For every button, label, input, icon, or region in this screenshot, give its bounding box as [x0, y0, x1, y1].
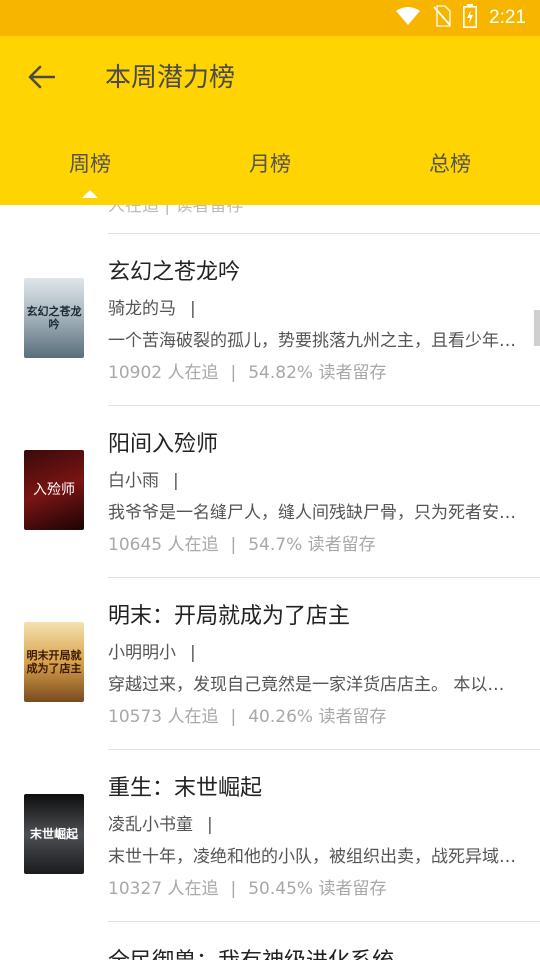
battery-charging-icon — [463, 4, 478, 32]
status-bar: 2:21 — [0, 0, 540, 36]
book-title: 玄幻之苍龙吟 — [108, 260, 241, 285]
scrollbar-thumb[interactable] — [534, 310, 540, 346]
partial-list-item-stats: 人在追 | 读者留存 — [108, 205, 244, 216]
book-stats: 10327 人在追 | 50.45% 读者留存 — [108, 879, 387, 899]
book-author: 凌乱小书童 | — [108, 815, 213, 835]
book-stats: 10645 人在追 | 54.7% 读者留存 — [108, 535, 376, 555]
tab-monthly[interactable]: 月榜 — [180, 128, 360, 198]
book-author: 小明明小 | — [108, 643, 196, 663]
tab-weekly[interactable]: 周榜 — [0, 128, 180, 198]
retention-rate: 54.7% 读者留存 — [248, 535, 376, 555]
book-stats: 10573 人在追 | 40.26% 读者留存 — [108, 707, 387, 727]
partial-list-item-title: 全民御兽：我有神级进化系统 — [108, 943, 394, 960]
no-sim-icon — [433, 5, 451, 31]
book-description: 我爷爷是一名缝尸人，缝人间残缺尸骨，只为死者安息…… — [108, 503, 520, 523]
book-description: 一个苦海破裂的孤儿，势要挑落九州之主，且看少年如何逆天而行…… — [108, 331, 520, 351]
retention-rate: 50.45% 读者留存 — [248, 879, 387, 899]
status-time: 2:21 — [489, 7, 526, 28]
active-tab-indicator — [82, 190, 98, 198]
book-title: 重生：末世崛起 — [108, 776, 263, 801]
book-description: 穿越过来，发现自己竟然是一家洋货店店主。 本以为…… — [108, 675, 520, 695]
arrow-left-icon — [27, 65, 56, 93]
follower-count: 10327 人在追 — [108, 879, 219, 899]
book-cover[interactable]: 明末开局就成为了店主 — [24, 622, 84, 702]
follower-count: 10645 人在追 — [108, 535, 219, 555]
back-button[interactable] — [24, 62, 58, 96]
list-item[interactable]: 玄幻之苍龙吟 玄幻之苍龙吟 骑龙的马 | 一个苦海破裂的孤儿，势要挑落九州之主，且… — [0, 234, 540, 406]
book-title: 明末：开局就成为了店主 — [108, 604, 351, 629]
tab-total[interactable]: 总榜 — [360, 128, 540, 198]
list-item[interactable]: 末世崛起 重生：末世崛起 凌乱小书童 | 末世十年，凌绝和他的小队，被组织出卖，战… — [0, 750, 540, 922]
list-item[interactable]: 明末开局就成为了店主 明末：开局就成为了店主 小明明小 | 穿越过来，发现自己竟然… — [0, 578, 540, 750]
book-cover[interactable]: 玄幻之苍龙吟 — [24, 278, 84, 358]
book-list[interactable]: 人在追 | 读者留存 玄幻之苍龙吟 玄幻之苍龙吟 骑龙的马 | 一个苦海破裂的孤儿… — [0, 205, 540, 960]
divider — [108, 921, 540, 922]
book-title: 阳间入殓师 — [108, 432, 219, 457]
list-item[interactable]: 入殓师 阳间入殓师 白小雨 | 我爷爷是一名缝尸人，缝人间残缺尸骨，只为死者安息…… — [0, 406, 540, 578]
book-author: 白小雨 | — [108, 471, 179, 491]
retention-rate: 40.26% 读者留存 — [248, 707, 387, 727]
book-stats: 10902 人在追 | 54.82% 读者留存 — [108, 363, 387, 383]
book-cover[interactable]: 末世崛起 — [24, 794, 84, 874]
follower-count: 10902 人在追 — [108, 363, 219, 383]
page-title: 本周潜力榜 — [105, 63, 236, 93]
book-author: 骑龙的马 | — [108, 299, 196, 319]
book-cover[interactable]: 入殓师 — [24, 450, 84, 530]
book-description: 末世十年，凌绝和他的小队，被组织出卖，战死异域…… — [108, 847, 520, 867]
wifi-icon — [395, 6, 421, 30]
app-bar: 本周潜力榜 周榜 月榜 总榜 — [0, 36, 540, 205]
follower-count: 10573 人在追 — [108, 707, 219, 727]
retention-rate: 54.82% 读者留存 — [248, 363, 387, 383]
tab-bar: 周榜 月榜 总榜 — [0, 128, 540, 205]
